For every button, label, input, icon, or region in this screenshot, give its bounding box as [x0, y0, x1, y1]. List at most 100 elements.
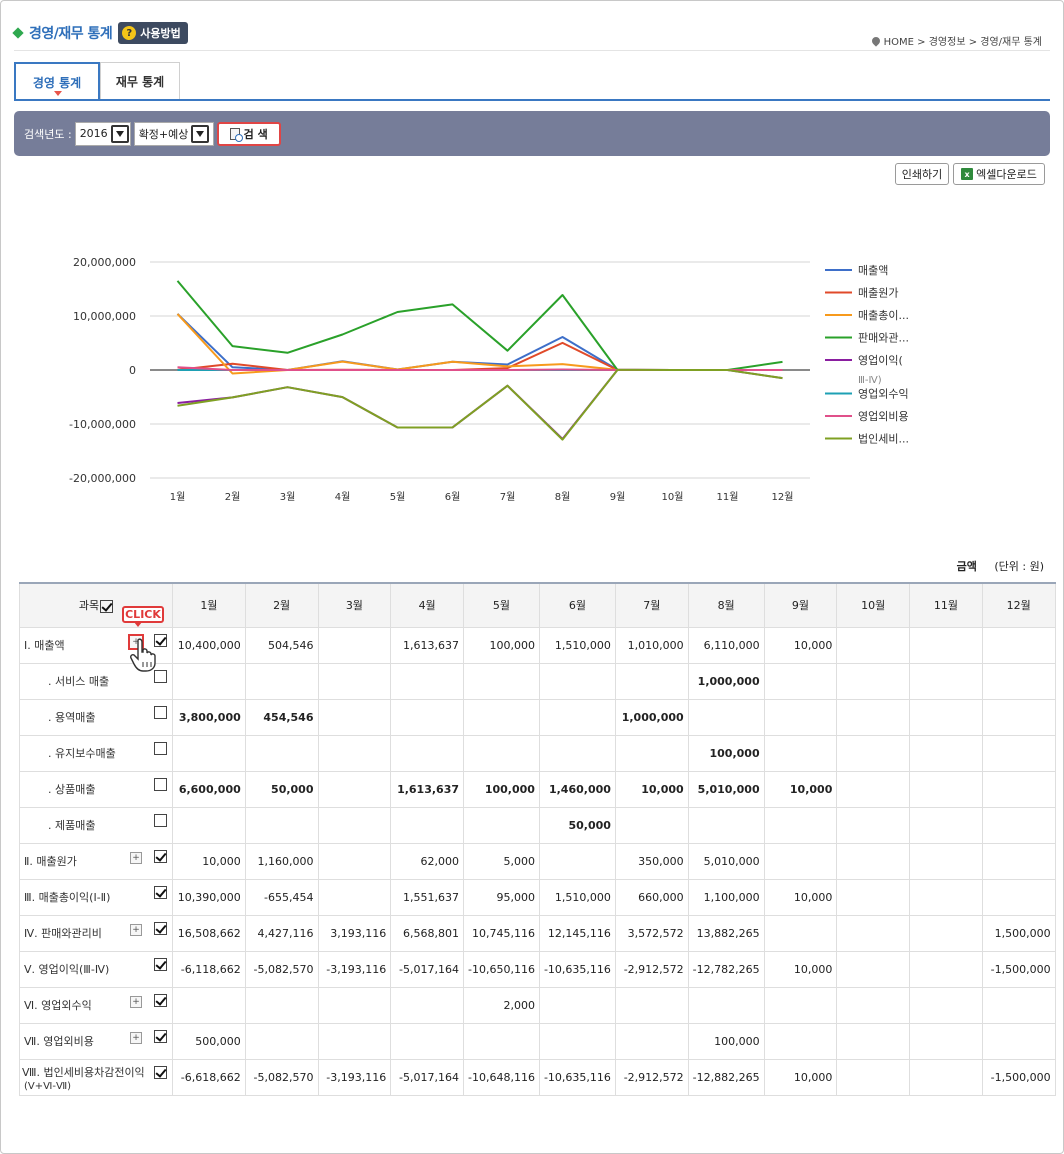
table-row: Ⅶ. 영업외비용 +500,000 100,000	[19, 1022, 1056, 1060]
row-subject: Ⅶ. 영업외비용 +	[19, 1022, 173, 1060]
breadcrumb-text: HOME > 경영정보 > 경영/재무 통계	[883, 37, 1042, 48]
row-label: Ⅲ. 매출총이익(Ⅰ-Ⅱ)	[24, 891, 111, 904]
tab-finance-stats[interactable]: 재무 통계	[100, 62, 180, 100]
value-cell	[981, 1022, 1056, 1060]
value-cell	[390, 698, 464, 736]
row-subject: Ⅵ. 영업외수익 +	[19, 986, 173, 1024]
value-cell: 10,400,000	[172, 626, 246, 664]
value-cell: -2,912,572	[614, 1058, 689, 1096]
value-cell: 3,193,116	[317, 914, 392, 952]
value-cell	[538, 698, 616, 736]
value-cell: 10,390,000	[172, 878, 246, 916]
value-cell	[244, 662, 319, 700]
value-cell	[981, 806, 1056, 844]
value-cell: 1,100,000	[687, 878, 765, 916]
howto-button[interactable]: ? 사용방법	[118, 22, 188, 44]
stats-table: 과목 1월 2월 3월 4월 5월 6월 7월 8월 9월 10월 11월 12월 Ⅰ. 매출액 +10,…	[19, 582, 1056, 1096]
value-cell: 10,745,116	[463, 914, 540, 952]
value-cell: -3,193,116	[317, 950, 392, 988]
row-label: . 유지보수매출	[48, 747, 116, 760]
row-label: . 제품매출	[48, 819, 96, 832]
row-subject: . 상품매출	[19, 770, 173, 808]
value-cell	[538, 986, 616, 1024]
location-pin-icon	[869, 34, 882, 47]
row-checkbox[interactable]	[154, 921, 167, 935]
value-cell: 10,000	[763, 770, 838, 808]
series-line	[176, 313, 783, 375]
value-cell	[909, 698, 983, 736]
value-cell	[763, 1022, 838, 1060]
row-checkbox[interactable]	[154, 813, 167, 827]
value-cell: 454,546	[244, 698, 319, 736]
row-subject: Ⅱ. 매출원가 +	[19, 842, 173, 880]
year-select[interactable]: 2016	[74, 121, 131, 146]
row-checkbox[interactable]	[154, 777, 167, 791]
excel-download-button[interactable]: x 엑셀다운로드	[953, 163, 1045, 185]
question-icon: ?	[122, 26, 137, 40]
search-button[interactable]: 검 색	[216, 121, 281, 146]
select-all-checkbox[interactable]	[100, 599, 114, 613]
table-row: . 용역매출 3,800,000 454,546 1,000,000	[19, 698, 1056, 736]
legend-label: 매출원가	[858, 287, 898, 300]
row-label-formula: (Ⅴ+Ⅵ-Ⅶ)	[24, 1080, 72, 1092]
row-checkbox[interactable]	[154, 957, 167, 971]
value-cell	[763, 914, 838, 952]
value-cell	[317, 770, 392, 808]
value-cell	[172, 662, 246, 700]
legend-label: 판매와관...	[858, 332, 909, 345]
line-chart: 20,000,000 10,000,000 0 -10,000,000 -20,000,…	[69, 256, 909, 503]
value-cell	[836, 806, 911, 844]
value-cell: 500,000	[172, 1022, 246, 1060]
expand-plus-icon[interactable]: +	[130, 923, 142, 936]
x-tick-label: 10월	[662, 491, 684, 503]
x-tick-label: 9월	[610, 491, 626, 503]
value-cell	[687, 986, 765, 1024]
row-checkbox[interactable]	[154, 885, 167, 899]
month-header: 2월	[244, 582, 319, 628]
value-cell: 350,000	[614, 842, 689, 880]
type-select[interactable]: 확정+예상	[133, 121, 214, 146]
month-header: 9월	[763, 582, 838, 628]
value-cell: 10,000	[763, 1058, 838, 1096]
value-cell	[909, 1058, 983, 1096]
page-header: 경영/재무 통계 ? 사용방법	[12, 22, 188, 44]
value-cell	[981, 878, 1056, 916]
value-cell: -655,454	[244, 878, 319, 916]
series-line	[177, 368, 783, 440]
row-checkbox[interactable]	[154, 993, 167, 1007]
value-cell	[763, 986, 838, 1024]
value-cell: 6,110,000	[687, 626, 765, 664]
value-cell: 4,427,116	[244, 914, 319, 952]
value-cell: 5,010,000	[687, 770, 765, 808]
expand-plus-icon[interactable]: +	[130, 851, 142, 864]
value-cell	[981, 626, 1056, 664]
print-button[interactable]: 인쇄하기	[895, 163, 949, 185]
value-cell: 1,460,000	[538, 770, 616, 808]
x-tick-label: 11월	[717, 491, 739, 503]
row-checkbox[interactable]	[154, 1065, 167, 1079]
month-header: 5월	[463, 582, 540, 628]
value-cell	[317, 662, 392, 700]
month-header: 10월	[836, 582, 911, 628]
value-cell: 1,500,000	[981, 914, 1056, 952]
row-subject: Ⅴ. 영업이익(Ⅲ-Ⅳ)	[19, 950, 173, 988]
table-row: Ⅰ. 매출액 +10,400,000 504,546 1,613,637 100,000…	[19, 626, 1056, 664]
series-line	[177, 368, 783, 441]
value-cell: 1,613,637	[390, 626, 464, 664]
legend-label: 법인세비...	[858, 433, 909, 446]
row-checkbox[interactable]	[154, 849, 167, 863]
row-label: Ⅶ. 영업외비용	[24, 1035, 94, 1048]
row-checkbox[interactable]	[154, 741, 167, 755]
tab-management-stats[interactable]: 경영 통계	[14, 62, 100, 100]
expand-plus-icon[interactable]: +	[130, 1031, 142, 1044]
search-year-label: 검색년도 :	[24, 127, 72, 141]
value-cell	[836, 734, 911, 772]
excel-button-label: 엑셀다운로드	[976, 168, 1037, 181]
value-cell: 10,000	[763, 878, 838, 916]
row-checkbox[interactable]	[154, 1029, 167, 1043]
row-checkbox[interactable]	[154, 705, 167, 719]
value-cell	[836, 914, 911, 952]
value-cell	[909, 770, 983, 808]
x-tick-label: 2월	[225, 491, 241, 503]
expand-plus-icon[interactable]: +	[130, 995, 142, 1008]
